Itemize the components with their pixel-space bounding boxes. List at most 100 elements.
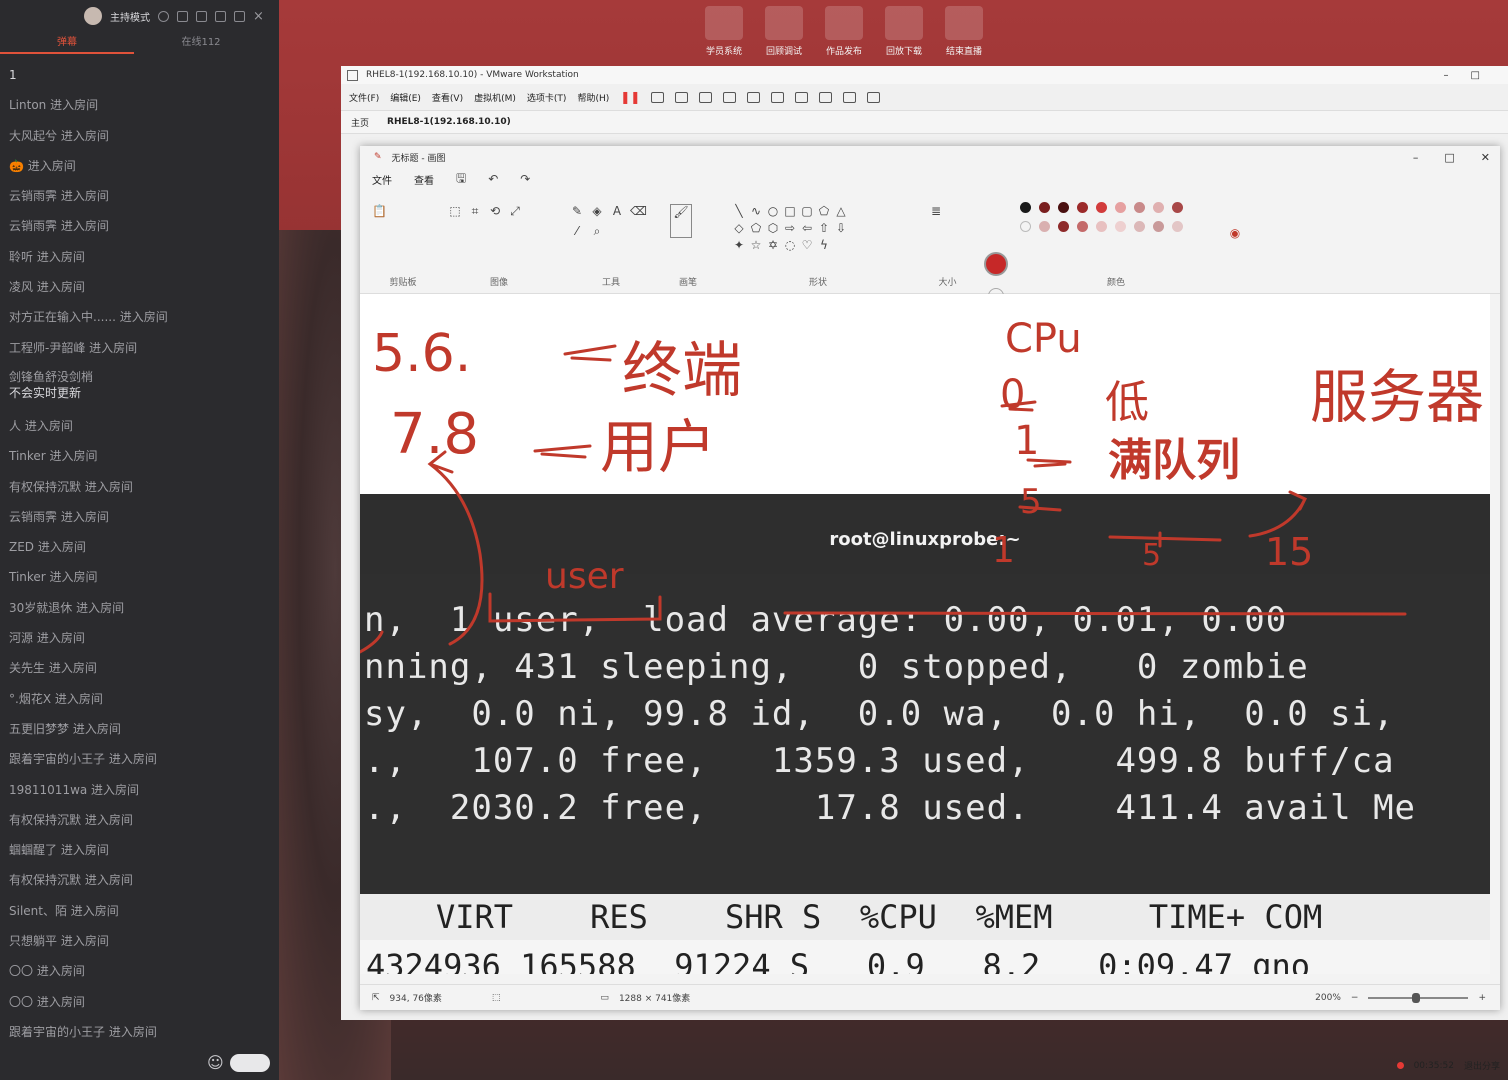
oval-shape-icon[interactable]: ○ [766,204,780,218]
maximize-button[interactable]: □ [1444,151,1454,164]
paste-icon[interactable]: 📋 [372,204,387,218]
color-swatch[interactable] [1134,202,1145,213]
color-swatch[interactable] [1134,221,1145,232]
emoji-icon[interactable]: ☺ [207,1053,224,1072]
brush-icon[interactable]: 🖌 [670,204,692,238]
star5-shape-icon[interactable]: ☆ [749,238,763,252]
select-icon[interactable]: ⬚ [448,204,462,218]
stretch-icon[interactable] [867,91,881,103]
library-icon[interactable] [747,91,761,103]
color-swatch[interactable] [1020,221,1031,232]
color-swatch[interactable] [1077,202,1088,213]
color-swatch[interactable] [1153,221,1164,232]
color-picker-icon[interactable]: ⁄ [570,224,584,238]
zoom-out-button[interactable]: − [1351,993,1359,1003]
maximize-icon[interactable] [234,10,245,22]
send-button[interactable] [229,1053,270,1072]
zoom-slider[interactable] [1368,992,1469,1003]
settings-icon[interactable] [158,10,169,22]
tab-vm[interactable]: RHEL8-1(192.168.10.10) [387,117,511,127]
color-swatch[interactable] [1039,221,1050,232]
callout-shape-icon[interactable]: ◌ [783,238,797,252]
star4-shape-icon[interactable]: ✦ [732,238,746,252]
close-icon[interactable]: × [253,10,264,23]
desktop-icon[interactable]: 回顾调试 [760,0,808,65]
desktop-icon[interactable]: 学员系统 [700,0,748,65]
snapshot-icon[interactable] [675,91,689,103]
zoom-in-button[interactable]: + [1478,993,1486,1003]
color-swatch[interactable] [1172,221,1183,232]
tab-danmaku[interactable]: 弹幕 [0,32,134,54]
color-swatch[interactable] [1058,221,1069,232]
color-swatch[interactable] [1058,202,1069,213]
color1-selector[interactable] [984,252,1008,276]
desktop-icon[interactable]: 作品发布 [820,0,868,65]
text-icon[interactable]: A [610,204,624,218]
triangle-shape-icon[interactable]: △ [834,204,848,218]
color-swatch[interactable] [1020,202,1031,213]
menu-file[interactable]: 文件 [372,172,392,187]
color-swatch[interactable] [1039,202,1050,213]
resize-icon[interactable]: ⤢ [508,204,522,218]
menu-file[interactable]: 文件(F) [349,91,379,104]
menu-help[interactable]: 帮助(H) [577,91,609,104]
menu-view[interactable]: 查看 [414,172,434,187]
color-swatch[interactable] [1096,202,1107,213]
star6-shape-icon[interactable]: ✡ [766,238,780,252]
line-shape-icon[interactable]: ╲ [732,204,746,218]
console-icon[interactable] [843,91,857,103]
desktop-icon[interactable]: 回放下载 [880,0,928,65]
tab-online[interactable]: 在线112 [134,32,268,54]
lightning-shape-icon[interactable]: ϟ [817,238,831,252]
magnifier-icon[interactable]: ⌕ [590,224,604,238]
fullscreen-icon[interactable] [795,91,809,103]
avatar[interactable] [84,7,102,25]
rotate-icon[interactable]: ⟲ [488,204,502,218]
tab-home[interactable]: 主页 [351,116,369,129]
color-swatch[interactable] [1115,202,1126,213]
fill-icon[interactable]: ◈ [590,204,604,218]
exit-share-button[interactable]: 退出分享 [1464,1059,1500,1072]
menu-vm[interactable]: 虚拟机(M) [474,91,516,104]
pause-icon[interactable]: ❚❚ [620,90,640,104]
minimize-icon[interactable] [215,10,226,22]
chat-message-list[interactable]: 1 Linton 进入房间 大风起兮 进入房间 🎃 进入房间 云销雨霁 进入房间… [9,60,273,1047]
edit-icon[interactable] [177,10,188,22]
menu-view[interactable]: 查看(V) [432,91,463,104]
arrow-left-shape-icon[interactable]: ⇦ [800,221,814,235]
hexagon-shape-icon[interactable]: ⬡ [766,221,780,235]
size-icon[interactable]: ≣ [924,204,948,218]
eraser-icon[interactable]: ⌫ [630,204,647,218]
color-swatch[interactable] [1115,221,1126,232]
rounded-rect-shape-icon[interactable]: ▢ [800,204,814,218]
color-swatch[interactable] [1172,202,1183,213]
polygon-shape-icon[interactable]: ⬠ [817,204,831,218]
unity-icon[interactable] [819,91,833,103]
arrow-up-shape-icon[interactable]: ⇧ [817,221,831,235]
heart-shape-icon[interactable]: ♡ [800,238,814,252]
menu-icon[interactable] [196,10,207,22]
close-button[interactable]: ✕ [1481,151,1490,164]
zoom-slider-knob[interactable] [1412,992,1421,1003]
color-swatch[interactable] [1077,221,1088,232]
snapshot-manager-icon[interactable] [723,91,737,103]
undo-icon[interactable]: ↶ [488,172,498,186]
menu-edit[interactable]: 编辑(E) [390,91,421,104]
save-icon[interactable]: 🖫 [456,169,466,190]
minimize-button[interactable]: – [1444,70,1449,81]
edit-colors-icon[interactable]: ◉ [1228,226,1242,240]
pencil-icon[interactable]: ✎ [570,204,584,218]
color-swatch[interactable] [1096,221,1107,232]
curve-shape-icon[interactable]: ∿ [749,204,763,218]
color-swatch[interactable] [1153,202,1164,213]
arrow-right-shape-icon[interactable]: ⇨ [783,221,797,235]
maximize-button[interactable]: □ [1471,70,1480,81]
crop-icon[interactable]: ⌗ [468,204,482,218]
pentagon-shape-icon[interactable]: ⬠ [749,221,763,235]
paint-canvas[interactable]: root@linuxprobe:~ n, 1 user, load averag… [360,294,1490,974]
redo-icon[interactable]: ↷ [520,172,530,186]
host-mode-label[interactable]: 主持模式 [110,9,150,24]
thumbnail-icon[interactable] [771,91,785,103]
minimize-button[interactable]: – [1413,151,1419,164]
diamond-shape-icon[interactable]: ◇ [732,221,746,235]
